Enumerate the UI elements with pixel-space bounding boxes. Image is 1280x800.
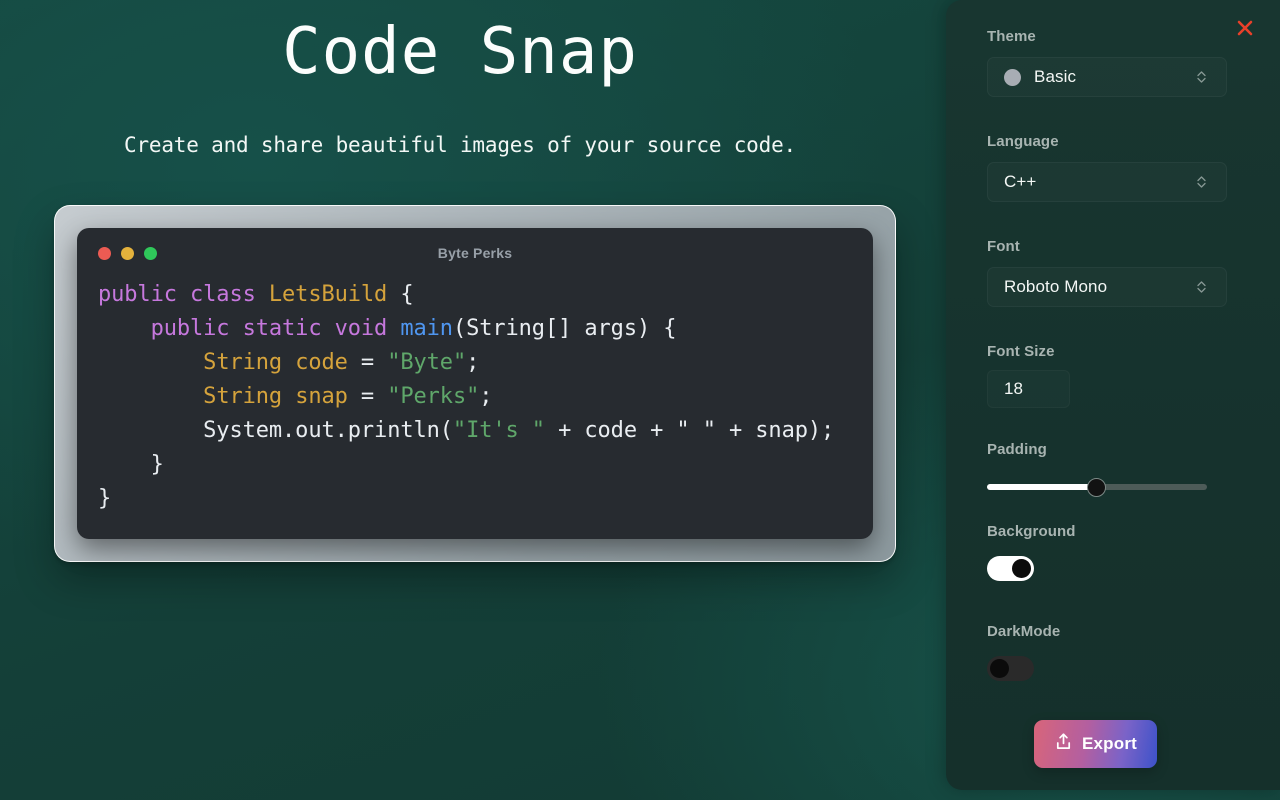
code-line: String code = "Byte"; [98,346,852,380]
export-label: Export [1081,734,1138,753]
background-toggle-knob [1012,559,1031,578]
language-select-value: C++ [1004,172,1037,191]
close-icon[interactable] [1234,17,1256,39]
code-line: String snap = "Perks"; [98,380,852,414]
code-token-plain: ; [466,350,480,375]
code-token-type: LetsBuild [268,282,388,307]
code-token-plain: } [98,452,164,477]
dark-mode-field: DarkMode [987,623,1227,681]
code-token-function: main [400,316,453,341]
code-token-string: "Perks" [387,384,480,409]
export-button[interactable]: Export [1034,720,1157,768]
font-size-field: Font Size 18 [987,343,1227,408]
background-toggle[interactable] [987,556,1034,581]
code-token-plain: } [98,486,112,511]
language-label: Language [987,133,1059,150]
font-field: Font Roboto Mono [987,238,1227,307]
theme-select-value: Basic [1034,67,1077,86]
code-token-plain: (String[] args) { [452,316,677,341]
dark-mode-toggle[interactable] [987,656,1034,681]
chevron-up-down-icon [1195,277,1208,297]
code-token-string: "It's " [452,418,545,443]
page-subtitle: Create and share beautiful images of you… [124,133,796,157]
theme-label: Theme [987,28,1036,45]
dark-mode-label: DarkMode [987,623,1061,640]
theme-color-swatch-icon [1004,68,1021,86]
theme-select[interactable]: Basic [987,57,1227,97]
code-window-title: Byte Perks [437,245,513,261]
background-label: Background [987,523,1076,540]
code-token-plain: System.out.println( [98,418,453,443]
code-token-keyword: public class [98,282,269,307]
code-token-type: String code [203,350,361,375]
code-token-plain: ; [479,384,493,409]
language-select[interactable]: C++ [987,162,1227,202]
code-window-titlebar: Byte Perks [77,228,873,278]
chevron-up-down-icon [1195,172,1208,192]
padding-slider-fill [987,484,1097,490]
code-line: } [98,482,852,516]
code-window: Byte Perks public class LetsBuild { publ… [77,228,873,539]
font-select[interactable]: Roboto Mono [987,267,1227,307]
code-line: public static void main(String[] args) { [98,312,852,346]
padding-label: Padding [987,441,1047,458]
font-size-value: 18 [1004,379,1023,398]
chevron-up-down-icon [1195,67,1208,87]
padding-slider[interactable] [987,478,1207,497]
code-line: } [98,448,852,482]
background-field: Background [987,523,1227,581]
padding-field: Padding [987,441,1227,497]
code-preview-card: Byte Perks public class LetsBuild { publ… [54,205,896,562]
code-token-plain: = [360,384,388,409]
dark-mode-toggle-knob [990,659,1009,678]
code-token-plain: + code + " " + snap); [544,418,835,443]
code-token-type: String snap [203,384,361,409]
share-upload-icon [1054,732,1073,756]
code-line: public class LetsBuild { [98,278,852,312]
font-size-label: Font Size [987,343,1055,360]
main-content-area: Code Snap Create and share beautiful ima… [0,0,946,800]
language-field: Language C++ [987,133,1227,202]
font-select-value: Roboto Mono [1004,277,1108,296]
code-token-keyword: public static void [98,316,401,341]
font-size-input[interactable]: 18 [987,370,1070,408]
font-label: Font [987,238,1020,255]
padding-slider-thumb[interactable] [1087,478,1106,497]
code-token-string: "Byte" [387,350,467,375]
settings-sidebar: Theme Basic Language C++ Font Roboto Mon… [946,0,1280,790]
code-line: System.out.println("It's " + code + " " … [98,414,852,448]
code-token-plain: { [387,282,414,307]
page-title: Code Snap [282,15,638,89]
code-content[interactable]: public class LetsBuild { public static v… [77,278,873,526]
theme-field: Theme Basic [987,28,1227,97]
code-token-plain: = [360,350,388,375]
